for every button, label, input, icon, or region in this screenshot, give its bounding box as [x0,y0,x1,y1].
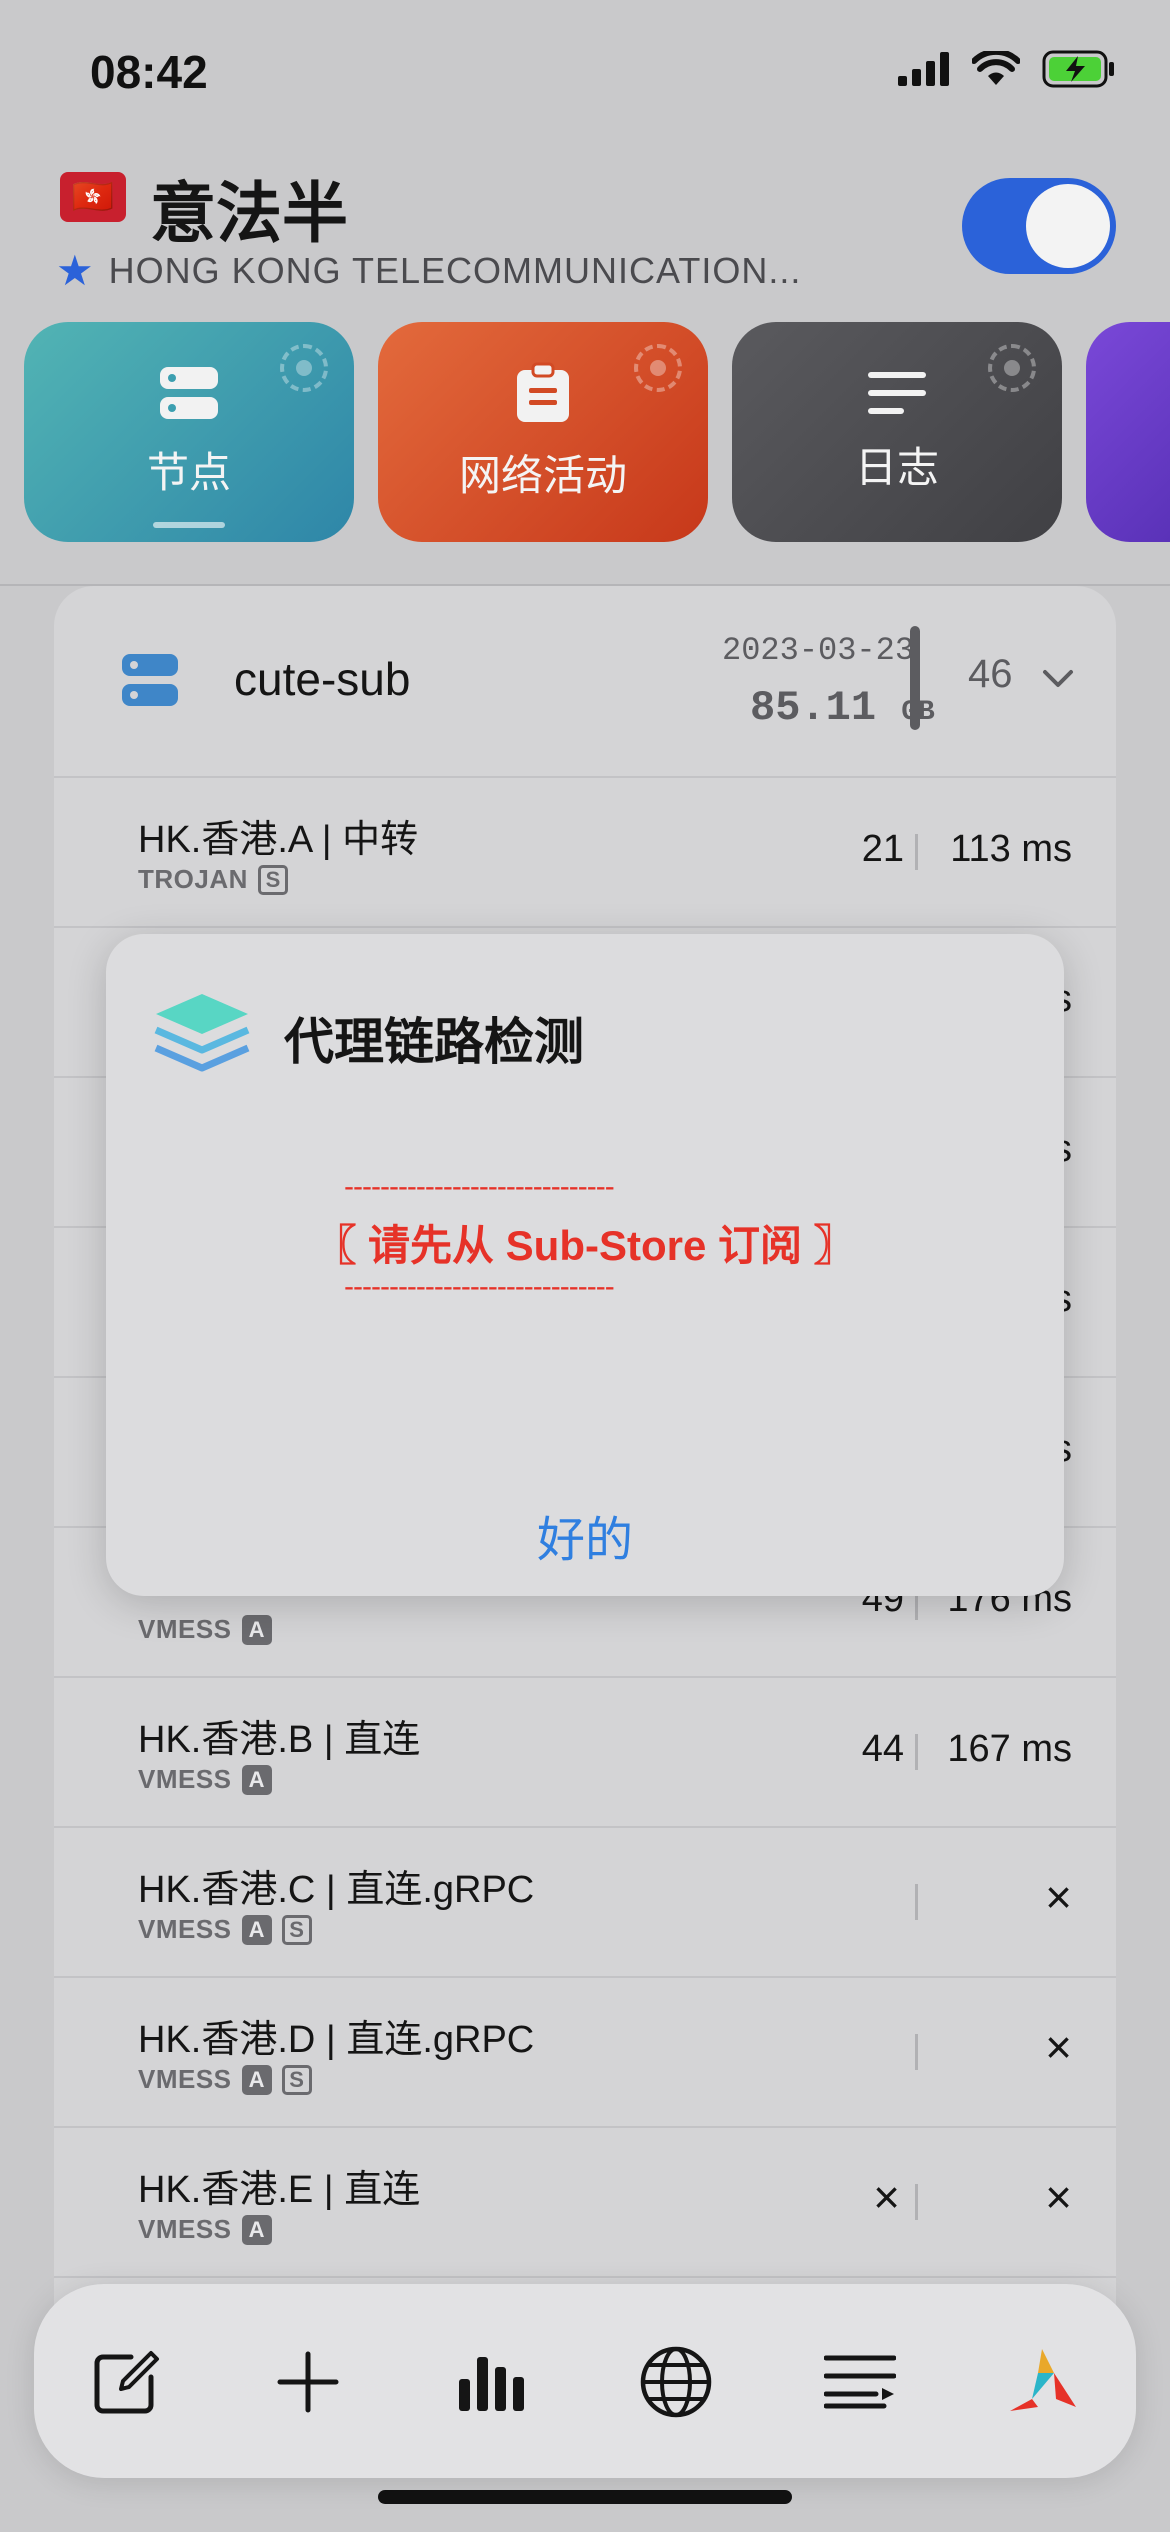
tile-more[interactable] [1086,322,1170,542]
home-indicator [378,2490,792,2504]
node-name: HK.香港.C | 直连.gRPC [138,1869,535,1911]
node-row[interactable]: HK.香港.D | 直连.gRPC VMESS A S × [54,1978,1116,2128]
edit-icon[interactable] [88,2344,164,2420]
tile-network-activity[interactable]: 网络活动 [378,322,708,542]
plus-icon[interactable] [270,2344,346,2420]
node-latency: 113 ms [950,828,1072,870]
node-row[interactable]: HK.香港.E | 直连 VMESS A × × [54,2128,1116,2278]
tile-label: 网络活动 [458,451,627,499]
node-badge: S [281,1914,312,1945]
latency-failed-icon: × [1045,2171,1072,2223]
node-badge: S [257,864,288,895]
node-separator [915,1734,918,1770]
policy-subtitle[interactable]: ★ HONG KONG TELECOMMUNICATION... [56,246,801,295]
activity-ring-icon [988,344,1036,392]
server-icon [160,366,218,419]
dialog-title: 代理链路检测 [284,1014,584,1070]
latency-failed-icon: × [1045,2021,1072,2073]
node-tags: VMESS A [138,1614,272,1645]
status-icons [898,50,1116,88]
node-protocol: VMESS [138,1764,232,1794]
star-icon: ★ [56,247,95,294]
node-score: 44 [861,1728,904,1770]
node-row[interactable]: HK.香港.A | 中转 TROJAN S 21 113 ms [54,778,1116,928]
node-protocol: VMESS [138,1614,232,1644]
node-badge: S [281,2064,312,2095]
battery-charging-icon [1042,50,1114,88]
node-separator [915,2034,918,2070]
tile-active-indicator [153,522,225,528]
lines-icon [868,371,926,414]
node-badge: A [241,1914,272,1945]
list-icon[interactable] [822,2344,898,2420]
dialog-dash-bottom: ------------------------------ [344,1270,615,1303]
node-latency: 167 ms [947,1728,1072,1770]
node-separator [915,834,918,870]
node-badge: A [241,1614,272,1645]
node-separator [915,2184,918,2220]
node-badge: A [241,2214,272,2245]
activity-ring-icon [634,344,682,392]
node-row[interactable]: HK.香港.B | 直连 VMESS A 44 167 ms [54,1678,1116,1828]
clipboard-icon [517,362,569,422]
node-tags: VMESS A S [138,1914,312,1945]
node-name: HK.香港.B | 直连 [138,1719,421,1761]
main-toggle[interactable] [962,178,1116,274]
dialog-message: 〖 请先从 Sub-Store 订阅 〗 [314,1222,856,1269]
usage-value: 85.11 [750,684,877,732]
subscription-expiry: 2023-03-23 [722,632,915,669]
latency-failed-icon: × [1045,1871,1072,1923]
globe-icon[interactable] [638,2344,714,2420]
server-icon [122,654,178,706]
node-tags: VMESS A [138,1764,272,1795]
node-name: HK.香港.A | 中转 [138,819,419,861]
node-tags: VMESS A S [138,2064,312,2095]
node-tags: TROJAN S [138,864,288,895]
dialog-dash-top: ------------------------------ [344,1170,615,1203]
node-tags: VMESS A [138,2214,272,2245]
layers-icon [154,994,250,1072]
tile-nodes[interactable]: 节点 [24,322,354,542]
node-badge: A [241,2064,272,2095]
node-protocol: VMESS [138,1914,232,1944]
app-logo-icon[interactable] [1004,2344,1080,2420]
chart-icon[interactable] [454,2344,530,2420]
score-failed-icon: × [873,2171,900,2223]
node-name: HK.香港.D | 直连.gRPC [138,2019,535,2061]
isp-name: HONG KONG TELECOMMUNICATION... [108,249,802,291]
policy-title[interactable]: 意法半 [150,160,348,256]
subscription-usage: 85.11 GB [750,684,935,732]
subscription-header[interactable]: cute-sub 2023-03-23 85.11 GB 46 [54,586,1116,778]
subscription-name: cute-sub [234,653,411,705]
node-name: HK.香港.E | 直连 [138,2169,421,2211]
node-protocol: VMESS [138,2064,232,2094]
node-row[interactable]: HK.香港.C | 直连.gRPC VMESS A S × [54,1828,1116,1978]
alert-dialog: 代理链路检测 ------------------------------ 〖 … [106,934,1064,1596]
cellular-signal-icon [898,52,949,86]
node-count: 46 [968,652,1013,696]
toggle-knob [1026,184,1110,268]
tile-label: 日志 [854,443,939,491]
bottom-toolbar [34,2284,1136,2478]
usage-bar [910,626,920,730]
region-flag: 🇭🇰 [60,172,126,222]
node-score: 21 [861,828,904,870]
status-time: 08:42 [90,46,208,98]
node-protocol: VMESS [138,2214,232,2244]
chevron-down-icon[interactable] [1042,668,1074,690]
wifi-icon [972,51,1020,85]
tile-label: 节点 [146,448,231,496]
node-badge: A [241,1764,272,1795]
tile-logs[interactable]: 日志 [732,322,1062,542]
ok-button[interactable]: 好的 [106,1500,1064,1570]
activity-ring-icon [280,344,328,392]
node-protocol: TROJAN [138,864,248,894]
node-separator [915,1884,918,1920]
